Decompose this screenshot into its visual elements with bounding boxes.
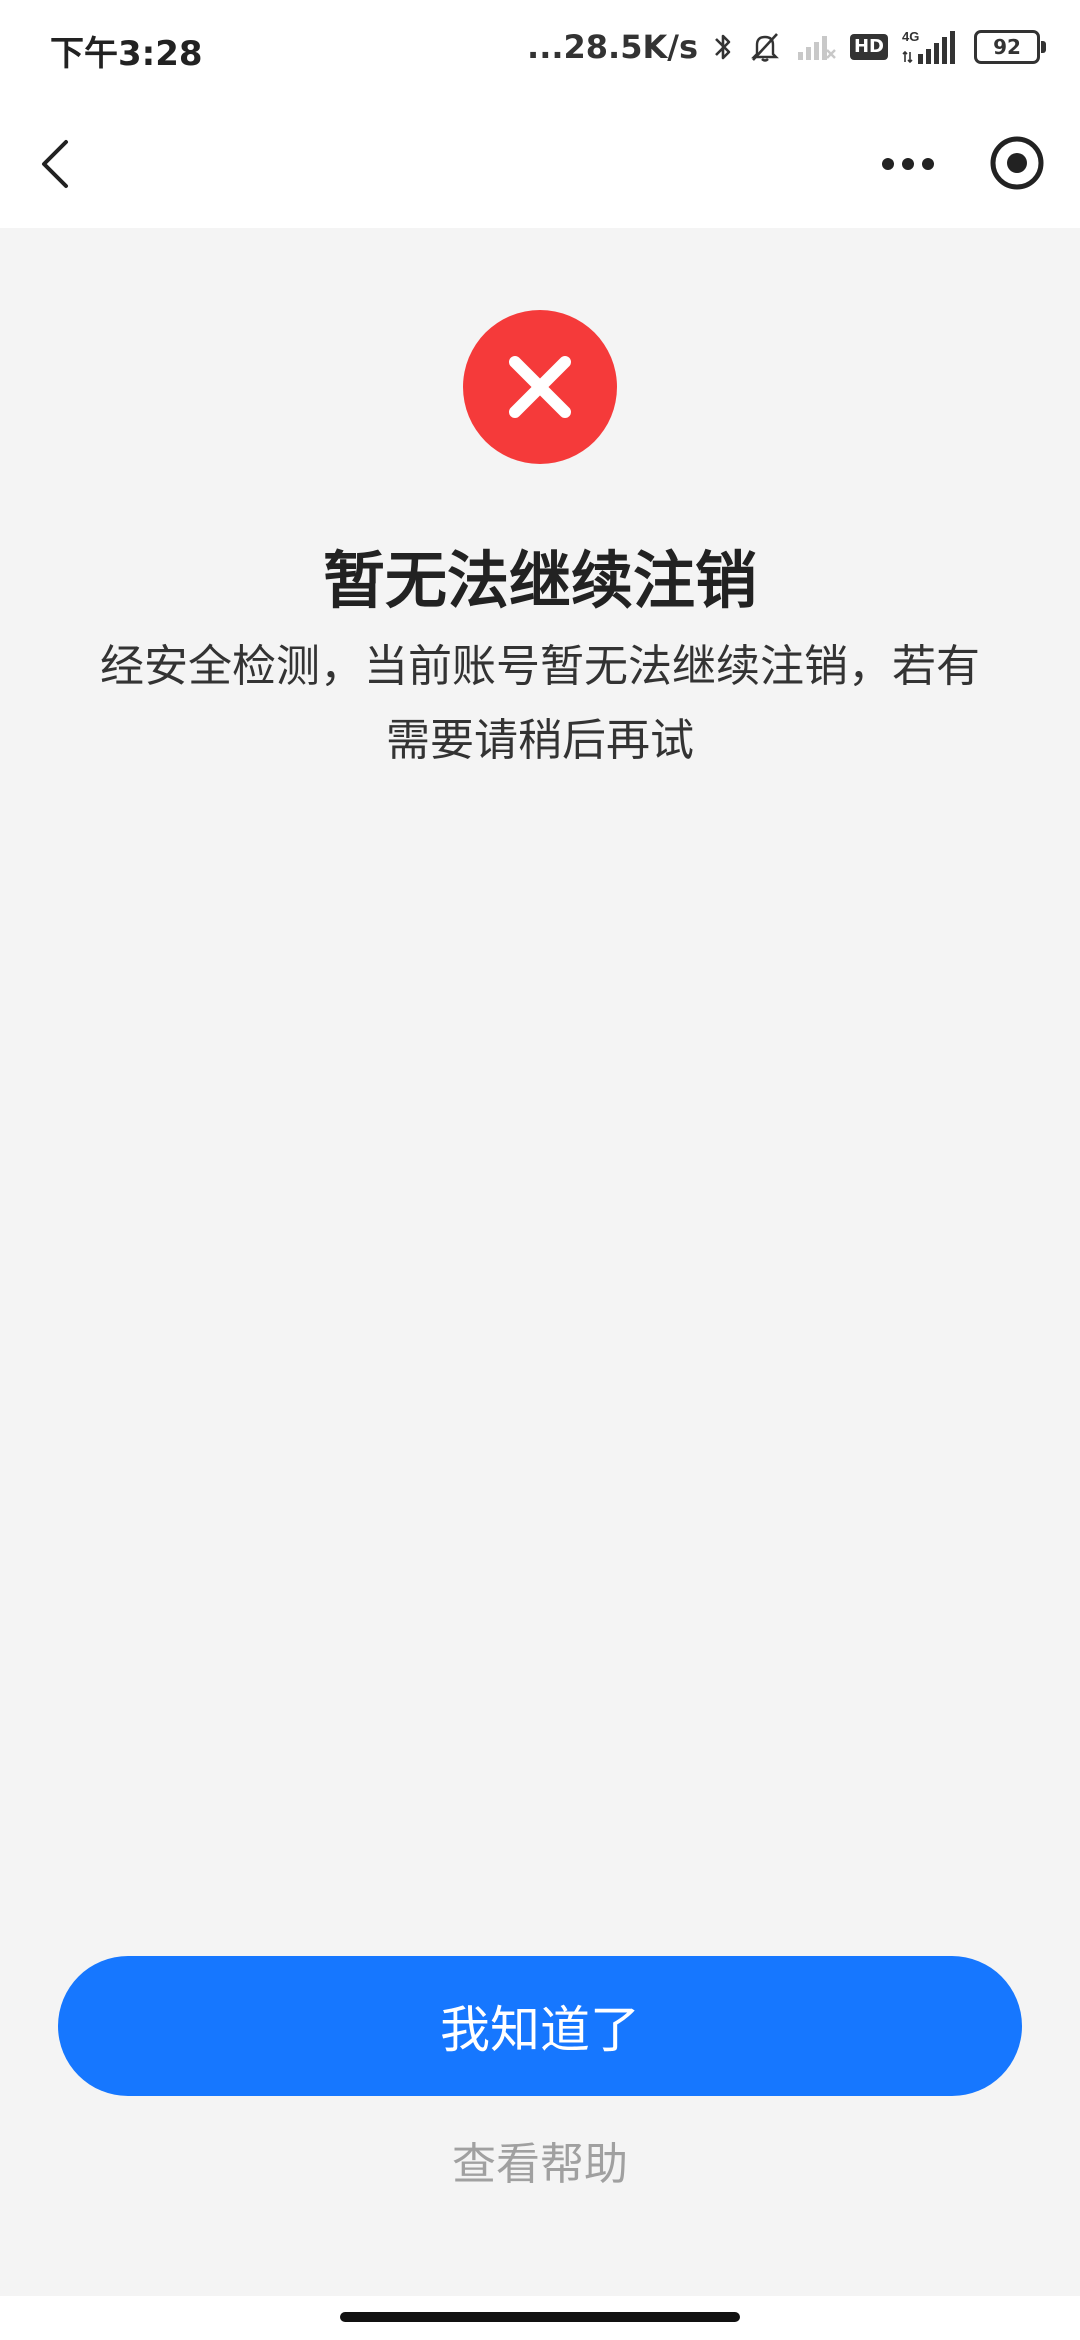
battery-indicator: 92: [974, 30, 1046, 64]
error-description: 经安全检测，当前账号暂无法继续注销，若有需要请稍后再试: [100, 641, 980, 766]
signal-weak-icon: [796, 32, 836, 62]
status-icons: ...28.5K/s HD 4G 92: [527, 22, 1046, 72]
mute-bell-icon: [748, 30, 782, 64]
page-title: 暂无法继续注销: [322, 544, 757, 617]
hd-badge: HD: [849, 34, 888, 60]
home-indicator[interactable]: [340, 2312, 740, 2322]
status-bar: 下午3:28 ...28.5K/s HD 4G 92: [0, 0, 1080, 100]
network-speed: ...28.5K/s: [527, 28, 698, 66]
target-icon[interactable]: [982, 128, 1052, 198]
status-time: 下午3:28: [50, 34, 203, 74]
bluetooth-icon: [712, 30, 734, 64]
more-icon[interactable]: [876, 132, 940, 196]
error-circle-icon: [463, 310, 617, 464]
confirm-button[interactable]: 我知道了: [58, 1956, 1022, 2096]
nav-bar: [0, 100, 1080, 228]
back-icon[interactable]: [28, 132, 92, 196]
view-help-link[interactable]: 查看帮助: [0, 2128, 1080, 2192]
svg-text:4G: 4G: [902, 29, 919, 44]
signal-icon: 4G: [902, 28, 960, 66]
